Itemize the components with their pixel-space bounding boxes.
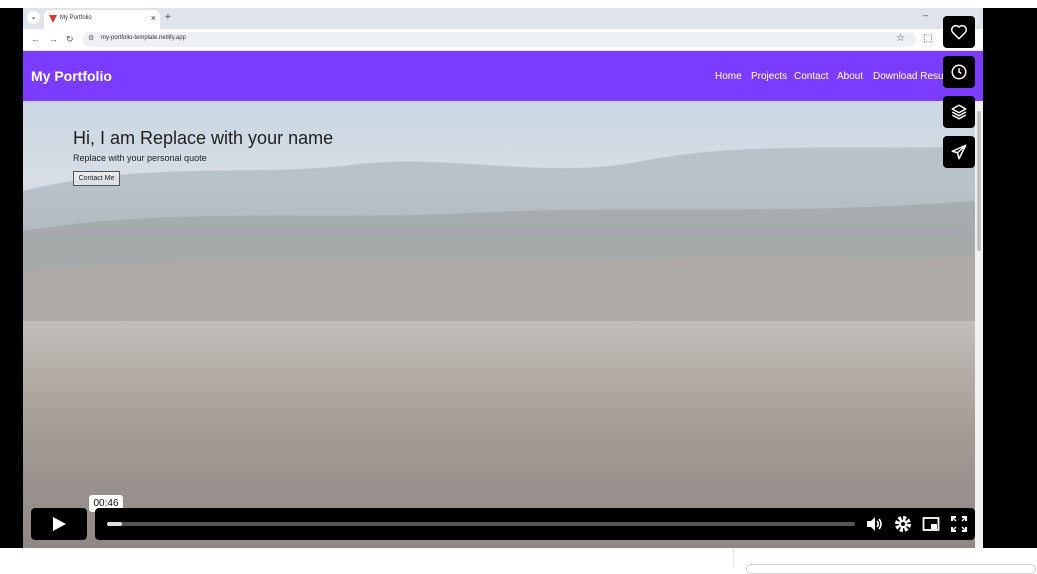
- browser-window: ⌄ My Portfolio × + – ← → ↻ ⚙ my-portfoli…: [23, 8, 983, 548]
- collections-button[interactable]: [943, 96, 975, 128]
- scrollbar-thumb[interactable]: [977, 111, 981, 251]
- video-player: ⌄ My Portfolio × + – ← → ↻ ⚙ my-portfoli…: [0, 0, 1037, 574]
- control-bar: [95, 508, 975, 540]
- new-tab-button[interactable]: +: [165, 11, 171, 24]
- reload-icon[interactable]: ↻: [66, 33, 74, 45]
- site-navbar: My Portfolio Home Projects Contact About…: [23, 51, 983, 101]
- nav-download-resume[interactable]: Download Resum: [873, 71, 952, 82]
- foggy-landscape-image: [23, 146, 975, 321]
- tab-bar: ⌄ My Portfolio × + –: [23, 8, 983, 29]
- contact-me-button[interactable]: Contact Me: [73, 171, 120, 186]
- browser-toolbar: ← → ↻ ⚙ my-portfolio-template.netlify.ap…: [23, 29, 983, 51]
- like-button[interactable]: [943, 16, 975, 48]
- picture-in-picture-icon[interactable]: [922, 515, 940, 533]
- clock-icon: [951, 64, 967, 80]
- play-button[interactable]: [31, 508, 87, 540]
- nav-home[interactable]: Home: [715, 71, 742, 82]
- share-button[interactable]: [943, 136, 975, 168]
- minimize-button[interactable]: –: [923, 10, 928, 20]
- heart-icon: [950, 24, 968, 40]
- fullscreen-icon[interactable]: [950, 515, 968, 533]
- nav-about[interactable]: About: [837, 71, 863, 82]
- layers-icon: [951, 104, 967, 120]
- nav-contact[interactable]: Contact: [794, 71, 828, 82]
- extensions-icon[interactable]: ⬚: [923, 32, 932, 46]
- url-text: my-portfolio-template.netlify.app: [101, 35, 186, 41]
- bookmark-star-icon[interactable]: ☆: [896, 32, 905, 46]
- site-brand[interactable]: My Portfolio: [31, 68, 112, 84]
- hero-title: Hi, I am Replace with your name: [73, 128, 334, 148]
- page-divider: [733, 548, 734, 568]
- forward-icon[interactable]: →: [49, 33, 58, 45]
- below-video-card: [746, 564, 1036, 574]
- page-scrollbar[interactable]: [975, 101, 983, 548]
- tab-my-portfolio[interactable]: My Portfolio ×: [44, 10, 160, 29]
- address-bar[interactable]: ⚙ my-portfolio-template.netlify.app: [83, 32, 916, 47]
- settings-gear-icon[interactable]: [894, 515, 912, 533]
- tab-search-icon[interactable]: ⌄: [27, 11, 40, 24]
- progress-fill: [107, 522, 122, 526]
- web-page: My Portfolio Home Projects Contact About…: [23, 51, 983, 548]
- watch-later-button[interactable]: [943, 56, 975, 88]
- site-info-icon[interactable]: ⚙: [88, 34, 94, 42]
- portfolio-favicon-icon: [49, 15, 57, 23]
- send-icon: [951, 144, 967, 160]
- hero-section: Hi, I am Replace with your name Replace …: [23, 101, 975, 548]
- close-tab-icon[interactable]: ×: [151, 13, 156, 24]
- volume-icon[interactable]: [865, 515, 883, 533]
- back-icon[interactable]: ←: [31, 33, 40, 45]
- hero-quote: Replace with your personal quote: [73, 153, 207, 163]
- player-controls: [31, 508, 975, 540]
- play-icon: [53, 517, 66, 531]
- nav-projects[interactable]: Projects: [751, 71, 787, 82]
- progress-bar[interactable]: [107, 522, 855, 526]
- tab-title: My Portfolio: [60, 15, 92, 21]
